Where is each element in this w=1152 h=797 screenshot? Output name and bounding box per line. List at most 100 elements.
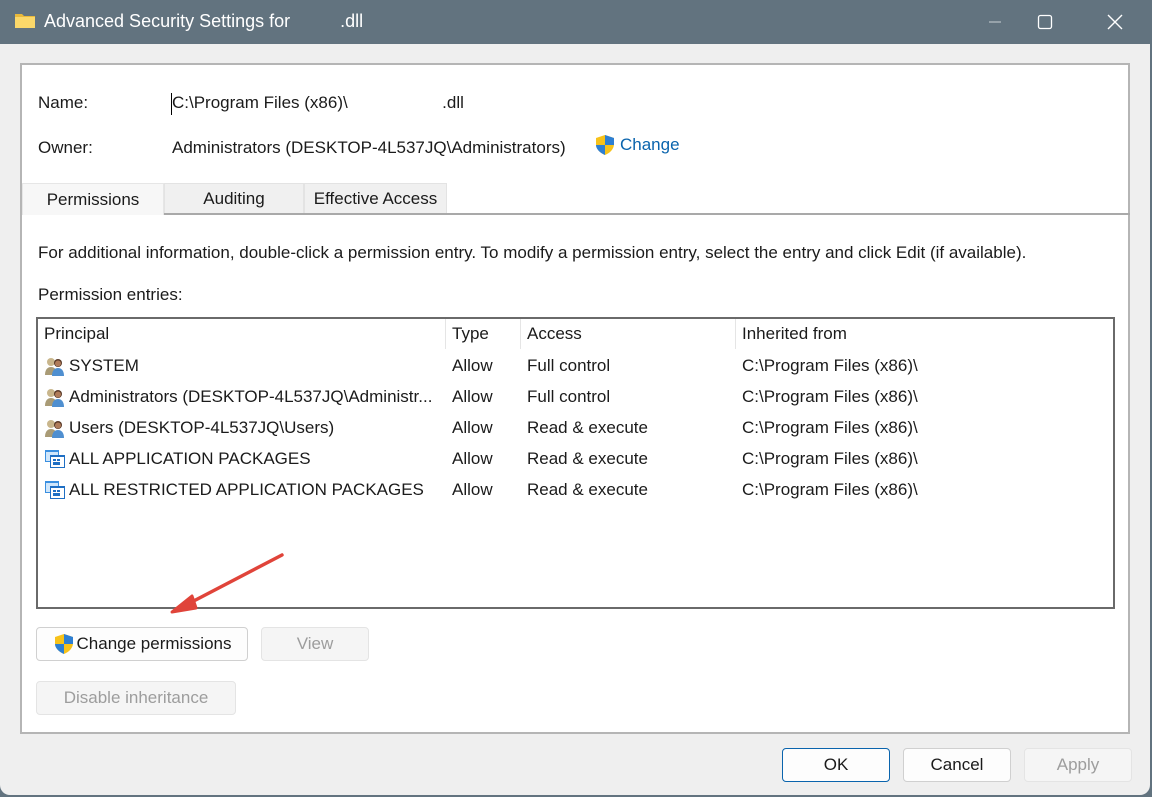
cell-access: Full control <box>527 381 737 412</box>
cell-text: Full control <box>527 355 611 375</box>
ok-button[interactable]: OK <box>782 748 890 782</box>
app-packages-icon <box>44 449 66 469</box>
settings-panel: Name: C:\Program Files (x86)\ .dll Owner… <box>20 63 1130 734</box>
cell-text: C:\Program Files (x86)\ <box>742 479 918 499</box>
cell-access: Read & execute <box>527 443 737 474</box>
cell-inherited-from: C:\Program Files (x86)\ <box>742 381 1102 412</box>
cell-text: Allow <box>452 479 493 499</box>
folder-icon <box>15 14 35 28</box>
permissions-tab-content: For additional information, double-click… <box>22 215 1130 734</box>
cell-principal: ALL RESTRICTED APPLICATION PACKAGES <box>44 474 444 505</box>
cell-access: Full control <box>527 350 737 381</box>
owner-label: Owner: <box>38 138 93 157</box>
change-owner-label: Change <box>620 135 680 154</box>
cell-access: Read & execute <box>527 474 737 505</box>
cell-principal: SYSTEM <box>44 350 444 381</box>
user-group-icon <box>44 356 66 376</box>
view-button[interactable]: View <box>261 627 369 661</box>
user-group-icon <box>44 387 66 407</box>
cell-principal: ALL APPLICATION PACKAGES <box>44 443 444 474</box>
change-owner-link[interactable]: Change <box>594 134 680 156</box>
cell-text: ALL RESTRICTED APPLICATION PACKAGES <box>69 479 424 499</box>
permission-entry-row[interactable]: Administrators (DESKTOP-4L537JQ\Administ… <box>38 381 1113 412</box>
cancel-label: Cancel <box>930 755 984 774</box>
permission-entry-row[interactable]: ALL APPLICATION PACKAGES Allow Read & exec… <box>38 443 1113 474</box>
cell-type: Allow <box>452 350 522 381</box>
cell-type: Allow <box>452 381 522 412</box>
cell-text: Read & execute <box>527 417 648 437</box>
tab-effective-access[interactable]: Effective Access <box>304 183 447 213</box>
column-inherited-from-label: Inherited from <box>742 324 847 343</box>
close-icon <box>1107 14 1123 30</box>
cell-text: Allow <box>452 355 493 375</box>
column-type[interactable]: Type <box>446 319 521 349</box>
apply-button[interactable]: Apply <box>1024 748 1132 782</box>
permission-entries-list[interactable]: Principal Type Access Inherited from SYS… <box>36 317 1115 609</box>
window-title: Advanced Security Settings for .dll <box>44 11 364 31</box>
cell-type: Allow <box>452 443 522 474</box>
column-principal-label: Principal <box>44 324 110 343</box>
tab-permissions[interactable]: Permissions <box>22 183 164 215</box>
change-permissions-button[interactable]: Change permissions <box>36 627 248 661</box>
minimize-icon <box>989 21 1001 23</box>
cell-inherited-from: C:\Program Files (x86)\ <box>742 474 1102 505</box>
column-access[interactable]: Access <box>521 319 736 349</box>
maximize-icon <box>1037 14 1053 30</box>
user-group-icon <box>44 418 66 438</box>
info-text: For additional information, double-click… <box>38 243 1027 262</box>
cell-text: Read & execute <box>527 479 648 499</box>
cell-access: Read & execute <box>527 412 737 443</box>
cell-text: ALL APPLICATION PACKAGES <box>69 448 311 468</box>
advanced-security-settings-window: Advanced Security Settings for .dll Name… <box>0 0 1152 795</box>
uac-shield-icon <box>54 634 73 654</box>
view-label: View <box>296 634 334 653</box>
cell-type: Allow <box>452 412 522 443</box>
apply-label: Apply <box>1056 755 1100 774</box>
cell-text: Full control <box>527 386 611 406</box>
disable-inheritance-button[interactable]: Disable inheritance <box>36 681 236 715</box>
cell-text: SYSTEM <box>69 355 139 375</box>
tab-strip: Permissions Auditing Effective Access <box>22 183 1130 215</box>
cell-text: C:\Program Files (x86)\ <box>742 448 918 468</box>
cell-text: Users (DESKTOP-4L537JQ\Users) <box>69 417 335 437</box>
permission-entry-row[interactable]: SYSTEM Allow Full control C:\Program Files … <box>38 350 1113 381</box>
change-permissions-label: Change permissions <box>76 634 232 653</box>
close-button[interactable] <box>1084 0 1146 44</box>
uac-shield-icon <box>596 135 614 155</box>
permission-entries-label: Permission entries: <box>38 285 183 304</box>
cell-text: Allow <box>452 448 493 468</box>
ok-label: OK <box>823 755 849 774</box>
cell-text: Read & execute <box>527 448 648 468</box>
cell-text: C:\Program Files (x86)\ <box>742 417 918 437</box>
cell-principal: Administrators (DESKTOP-4L537JQ\Administ… <box>44 381 444 412</box>
cell-text: Allow <box>452 417 493 437</box>
column-access-label: Access <box>527 324 582 343</box>
tab-permissions-label: Permissions <box>46 189 140 209</box>
cell-inherited-from: C:\Program Files (x86)\ <box>742 350 1102 381</box>
cell-inherited-from: C:\Program Files (x86)\ <box>742 443 1102 474</box>
owner-value: Administrators (DESKTOP-4L537JQ\Administ… <box>172 138 566 157</box>
cell-principal: Users (DESKTOP-4L537JQ\Users) <box>44 412 444 443</box>
tab-auditing[interactable]: Auditing <box>164 183 304 213</box>
name-value[interactable]: C:\Program Files (x86)\ .dll <box>172 93 464 113</box>
cancel-button[interactable]: Cancel <box>903 748 1011 782</box>
cell-text: Allow <box>452 386 493 406</box>
tab-effective-access-label: Effective Access <box>313 188 438 208</box>
maximize-button[interactable] <box>1014 0 1076 44</box>
name-label: Name: <box>38 93 89 112</box>
cell-type: Allow <box>452 474 522 505</box>
column-type-label: Type <box>452 324 489 343</box>
list-header: Principal Type Access Inherited from <box>38 319 1113 349</box>
tab-auditing-label: Auditing <box>203 188 265 208</box>
permission-entry-row[interactable]: Users (DESKTOP-4L537JQ\Users) Allow Read &… <box>38 412 1113 443</box>
title-bar[interactable]: Advanced Security Settings for .dll <box>0 0 1152 44</box>
permission-entry-row[interactable]: ALL RESTRICTED APPLICATION PACKAGES Allow… <box>38 474 1113 505</box>
cell-text: C:\Program Files (x86)\ <box>742 355 918 375</box>
column-inherited-from[interactable]: Inherited from <box>736 319 1036 349</box>
cell-inherited-from: C:\Program Files (x86)\ <box>742 412 1102 443</box>
app-packages-icon <box>44 480 66 500</box>
cell-text: Administrators (DESKTOP-4L537JQ\Administ… <box>69 386 433 406</box>
cell-text: C:\Program Files (x86)\ <box>742 386 918 406</box>
disable-inheritance-label: Disable inheritance <box>63 688 209 707</box>
column-principal[interactable]: Principal <box>38 319 446 349</box>
